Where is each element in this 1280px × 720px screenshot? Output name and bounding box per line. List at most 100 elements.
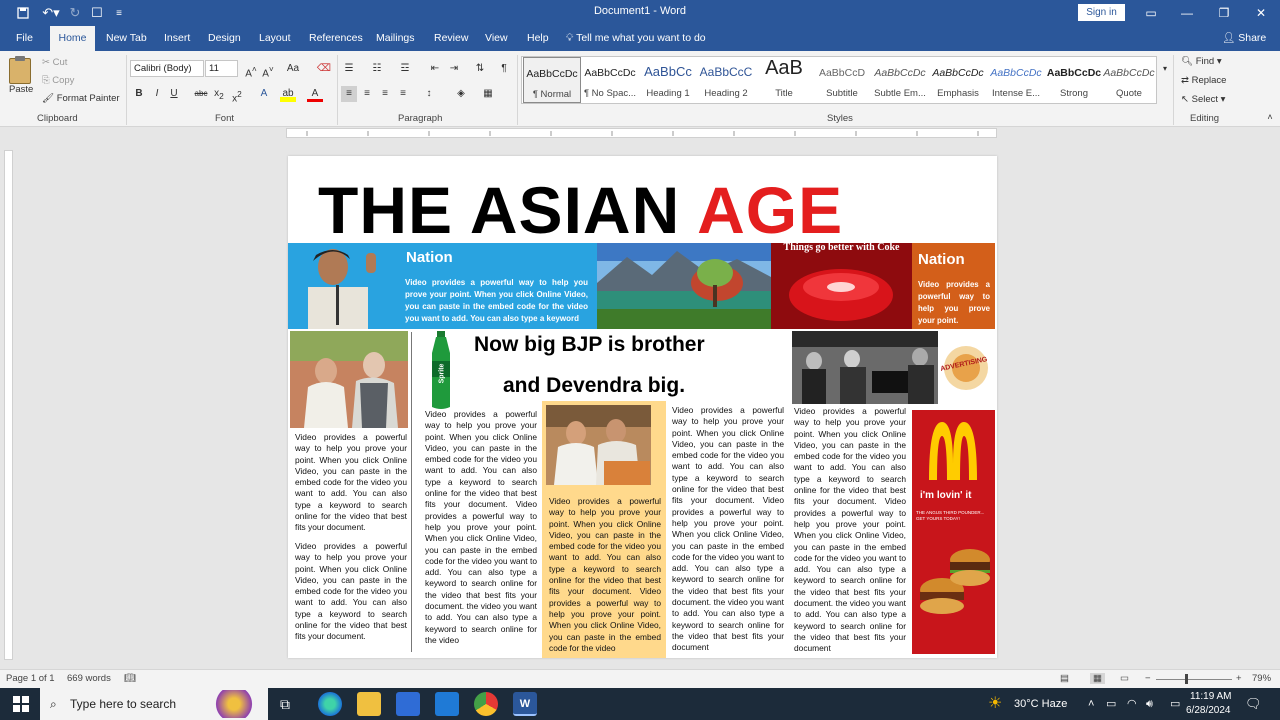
style-quote[interactable]: AaBbCcDc Quote [1103,57,1155,103]
superscript-icon[interactable]: x2 [229,86,245,104]
style-subtle-emphasis[interactable]: AaBbCcDc Subtle Em... [871,57,929,103]
style-normal[interactable]: AaBbCcDc ¶ Normal [523,57,581,103]
sign-in-button[interactable]: Sign in [1078,4,1125,21]
font-color-icon[interactable]: A [307,86,323,102]
align-left-icon[interactable]: ≡ [341,86,357,102]
share-button[interactable]: 👤︎ Share [1222,26,1266,51]
windows-start-icon[interactable] [13,696,29,712]
tab-review[interactable]: Review [428,26,474,51]
justify-icon[interactable]: ≡ [395,86,411,102]
tab-file[interactable]: File [10,26,39,51]
tab-layout[interactable]: Layout [253,26,297,51]
proofing-icon[interactable]: 📖︎ [124,673,136,684]
vertical-ruler[interactable] [4,150,13,660]
tab-new-tab[interactable]: New Tab [100,26,153,51]
highlight-icon[interactable]: ab [280,86,296,102]
paste-button[interactable]: Paste [9,84,33,95]
tab-help[interactable]: Help [521,26,555,51]
clear-formatting-icon[interactable]: ⌫ [316,61,332,77]
tab-home[interactable]: Home [50,26,95,51]
mail-icon[interactable] [435,692,459,716]
collapse-ribbon-icon[interactable]: ˄ [1262,109,1278,125]
tab-view[interactable]: View [479,26,514,51]
shrink-font-icon[interactable]: A˅ [260,61,276,79]
taskbar-search[interactable]: ⌕ Type here to search [40,688,268,720]
styles-more-icon[interactable]: ▾ [1157,61,1173,77]
volume-icon[interactable]: 🔊︎ [1146,688,1153,720]
underline-icon[interactable]: U [166,86,182,102]
document-page[interactable]: THE ASIAN AGE Nation Video provides a po… [288,156,997,658]
numbering-icon[interactable]: ☷ [369,61,385,77]
style-emphasis[interactable]: AaBbCcDc Emphasis [929,57,987,103]
bold-icon[interactable]: B [131,86,147,102]
word-taskbar-icon[interactable]: W [513,692,537,716]
style-title[interactable]: AaB Title [755,57,813,103]
close-icon[interactable]: ✕ [1250,3,1272,23]
web-layout-icon[interactable]: ▭ [1120,673,1129,684]
increase-indent-icon[interactable]: ⇥ [446,61,462,77]
style-no-spacing[interactable]: AaBbCcDc ¶ No Spac... [581,57,639,103]
wifi-icon[interactable]: ◠ [1127,688,1137,720]
clock-date[interactable]: 6/28/2024 [1186,695,1231,720]
zoom-slider[interactable] [1156,679,1232,680]
align-center-icon[interactable]: ≡ [359,86,375,102]
weather-text[interactable]: 30°C Haze [1014,688,1067,720]
italic-icon[interactable]: I [149,86,165,102]
text-effects-icon[interactable]: A [256,86,272,102]
network-icon[interactable]: ▭ [1106,688,1116,720]
page-count[interactable]: Page 1 of 1 [6,673,55,684]
format-painter-button[interactable]: 🖌︎ Format Painter [42,93,120,104]
font-size-combo[interactable]: 11 [205,60,238,77]
zoom-slider-thumb[interactable] [1185,674,1188,684]
maximize-icon[interactable]: ❐ [1213,3,1235,23]
tab-references[interactable]: References [303,26,369,51]
tab-insert[interactable]: Insert [158,26,196,51]
weather-icon[interactable]: ☀ [988,688,1002,720]
word-count[interactable]: 669 words [67,673,111,684]
copy-button[interactable]: ⎘ Copy [42,75,74,86]
tab-mailings[interactable]: Mailings [370,26,421,51]
chrome-icon[interactable] [474,692,498,716]
grow-font-icon[interactable]: A˄ [243,61,259,79]
paste-icon[interactable] [9,56,31,84]
task-view-icon[interactable]: ⧉ [280,688,290,720]
style-strong[interactable]: AaBbCcDc Strong [1045,57,1103,103]
horizontal-ruler[interactable] [286,128,997,138]
notification-icon[interactable]: 🗨︎ [1245,688,1262,720]
style-subtitle[interactable]: AaBbCcD Subtitle [813,57,871,103]
change-case-button[interactable]: Aa [282,61,304,77]
decrease-indent-icon[interactable]: ⇤ [427,61,443,77]
multilevel-list-icon[interactable]: ☲ [397,61,413,77]
bullets-icon[interactable]: ☰ [341,61,357,77]
file-explorer-icon[interactable] [357,692,381,716]
zoom-level[interactable]: 79% [1252,673,1271,684]
line-spacing-icon[interactable]: ↕ [421,86,437,102]
shading-icon[interactable]: ◈ [453,86,469,102]
style-intense-emphasis[interactable]: AaBbCcDc Intense E... [987,57,1045,103]
tab-design[interactable]: Design [202,26,247,51]
style-heading-1[interactable]: AaBbCc Heading 1 [639,57,697,103]
select-button[interactable]: ↖ Select ▾ [1181,94,1225,105]
sort-icon[interactable]: ⇅ [472,61,488,77]
style-heading-2[interactable]: AaBbCcC Heading 2 [697,57,755,103]
font-name-combo[interactable]: Calibri (Body) [130,60,204,77]
find-button[interactable]: 🔍︎ Find ▾ [1181,56,1222,67]
battery-icon[interactable]: ▭ [1170,688,1180,720]
zoom-out-icon[interactable]: − [1145,673,1151,684]
subscript-icon[interactable]: x2 [211,86,227,102]
borders-icon[interactable]: ▦ [480,86,496,102]
read-mode-icon[interactable]: ▤ [1060,673,1069,684]
store-icon[interactable] [396,692,420,716]
replace-button[interactable]: ⇄ Replace [1181,75,1226,86]
tray-overflow-icon[interactable]: ˄ [1088,688,1094,720]
minimize-icon[interactable]: — [1176,3,1198,23]
show-marks-icon[interactable]: ¶ [496,61,512,77]
edge-icon[interactable] [318,692,342,716]
print-layout-icon[interactable]: ▦ [1090,673,1105,684]
strikethrough-icon[interactable]: abc [193,86,209,102]
tell-me-box[interactable]: 💡︎ Tell me what you want to do [566,26,706,51]
align-right-icon[interactable]: ≡ [377,86,393,102]
zoom-in-icon[interactable]: + [1236,673,1242,684]
cut-button[interactable]: ✂ Cut [42,57,67,68]
ribbon-display-icon[interactable]: ▭ [1140,3,1162,23]
